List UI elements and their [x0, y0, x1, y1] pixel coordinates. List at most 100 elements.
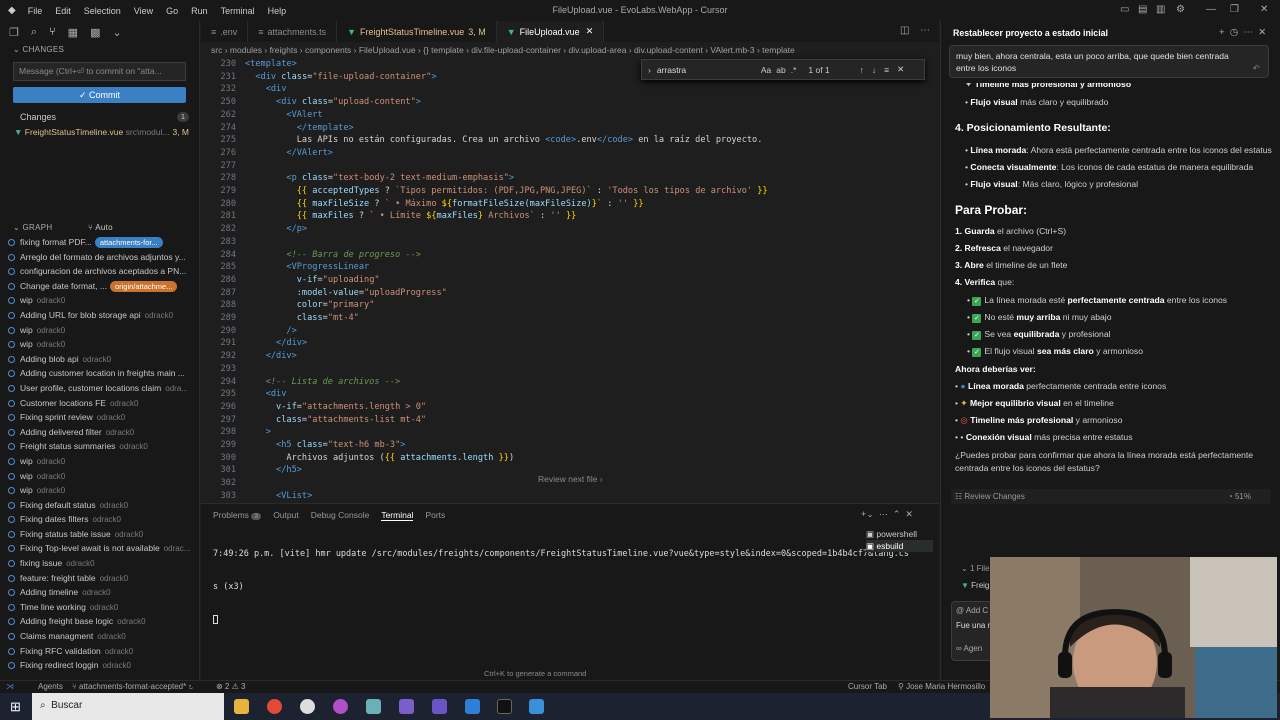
- taskbar-search[interactable]: ⌕ Buscar: [32, 693, 224, 720]
- chevron-right-icon[interactable]: ›: [648, 65, 651, 75]
- commit-row[interactable]: Freight status summaries odrack0: [0, 439, 199, 454]
- close-window-icon[interactable]: ✕: [1260, 4, 1268, 15]
- maximize-icon[interactable]: ❐: [1230, 4, 1239, 15]
- close-panel-icon[interactable]: ✕: [905, 509, 913, 519]
- commit-button[interactable]: ✓ Commit: [13, 87, 186, 103]
- undo-icon[interactable]: ↶: [1253, 62, 1260, 74]
- history-icon[interactable]: ◷: [1230, 27, 1238, 38]
- user-message[interactable]: muy bien, ahora centrala, esta un poco a…: [949, 45, 1269, 78]
- menu-file[interactable]: File: [28, 6, 43, 16]
- graph-auto-toggle[interactable]: ⑂ Auto: [88, 221, 113, 235]
- close-tab-icon[interactable]: ✕: [586, 26, 594, 37]
- chevron-down-icon[interactable]: ⌄: [112, 26, 121, 39]
- menu-view[interactable]: View: [134, 6, 153, 16]
- code-line[interactable]: :model-value="uploadProgress": [245, 288, 447, 298]
- terminal-output[interactable]: 7:49:26 p.m. [vite] hmr update /src/modu…: [201, 527, 939, 646]
- menu-go[interactable]: Go: [166, 6, 178, 16]
- commit-row[interactable]: Customer locations FE odrack0: [0, 396, 199, 411]
- code-line[interactable]: v-if="uploading": [245, 275, 380, 285]
- tab-debug-console[interactable]: Debug Console: [311, 510, 370, 521]
- user-status[interactable]: ⚲ Jose Maria Hermosillo: [898, 682, 985, 691]
- commit-row[interactable]: Fixing dates filters odrack0: [0, 512, 199, 527]
- commit-row[interactable]: configuracion de archivos aceptados a PN…: [0, 264, 199, 279]
- review-changes-bar[interactable]: ☷ Review Changes ◔ 51%: [951, 489, 1271, 504]
- commit-row[interactable]: fixing format PDF... attachments-for...: [0, 235, 199, 250]
- code-line[interactable]: </h5>: [245, 465, 302, 475]
- code-editor[interactable]: 230 <template> 231 <div class="file-upload…: [201, 58, 939, 503]
- editor-tab[interactable]: ≡ .env: [201, 21, 249, 42]
- panel-toggle-icon[interactable]: ▤: [1138, 4, 1147, 15]
- commit-row[interactable]: Fixing RFC validation odrack0: [0, 644, 199, 659]
- close-chat-icon[interactable]: ✕: [1258, 27, 1266, 38]
- code-line[interactable]: <div: [245, 84, 287, 94]
- branch-tag[interactable]: attachments-for...: [94, 237, 163, 248]
- commit-row[interactable]: User profile, customer locations claim od…: [0, 381, 199, 396]
- sidebar-toggle-icon[interactable]: ▥: [1156, 4, 1165, 15]
- commit-row[interactable]: Claims managment odrack0: [0, 629, 199, 644]
- menu-selection[interactable]: Selection: [84, 6, 121, 16]
- code-line[interactable]: <div class="upload-content">: [245, 97, 421, 107]
- commit-row[interactable]: Adding blob api odrack0: [0, 352, 199, 367]
- code-line[interactable]: </p>: [245, 224, 307, 234]
- vscode-icon[interactable]: [465, 699, 480, 714]
- chrome-icon[interactable]: [267, 699, 282, 714]
- commit-row[interactable]: Fixing Top-level await is not available o…: [0, 541, 199, 556]
- app-icon[interactable]: [366, 699, 381, 714]
- menu-terminal[interactable]: Terminal: [221, 6, 255, 16]
- code-line[interactable]: {{ acceptedTypes ? `Tipos permitidos: (P…: [245, 186, 768, 196]
- visual-studio-icon[interactable]: [399, 699, 414, 714]
- split-editor-icon[interactable]: ◫: [900, 25, 909, 36]
- code-line[interactable]: <div class="file-upload-container">: [245, 72, 436, 82]
- cursor-tab-status[interactable]: Cursor Tab: [848, 682, 887, 691]
- app-icon-2[interactable]: [432, 699, 447, 714]
- changes-section-header[interactable]: ⌄ CHANGES: [0, 43, 199, 57]
- source-control-icon[interactable]: ⑂: [49, 26, 56, 38]
- new-chat-icon[interactable]: +: [1219, 27, 1225, 38]
- editor-tab[interactable]: ▼ FreightStatusTimeline.vue 3, M: [337, 21, 497, 42]
- more-actions-icon[interactable]: ⋯: [920, 25, 930, 36]
- code-line[interactable]: <!-- Lista de archivos -->: [245, 377, 401, 387]
- code-line[interactable]: </div>: [245, 351, 297, 361]
- chat-more-icon[interactable]: ⋯: [1243, 27, 1253, 38]
- agents-status[interactable]: Agents: [38, 682, 63, 691]
- changed-file-item[interactable]: ▼ FreightStatusTimeline.vue src\modul...…: [0, 125, 199, 139]
- branch-status[interactable]: ⑂ attachments-format-accepted* ↻: [72, 682, 193, 691]
- commit-row[interactable]: wip odrack0: [0, 454, 199, 469]
- code-line[interactable]: />: [245, 326, 296, 336]
- menu-help[interactable]: Help: [268, 6, 287, 16]
- layout-toggle-icon[interactable]: ▭: [1120, 4, 1129, 15]
- find-input[interactable]: arrastra: [657, 65, 757, 75]
- code-line[interactable]: Las APIs no están configuradas. Crea un …: [245, 135, 763, 145]
- code-line[interactable]: <VAlert: [245, 110, 322, 120]
- app-icon-3[interactable]: [529, 699, 544, 714]
- maximize-panel-icon[interactable]: ⌃: [893, 509, 901, 519]
- cursor-app-icon[interactable]: [497, 699, 512, 714]
- review-next-file-button[interactable]: Review next file ›: [538, 474, 603, 484]
- commit-row[interactable]: fixing issue odrack0: [0, 556, 199, 571]
- problems-status[interactable]: ⊗ 2 ⚠ 3: [216, 682, 245, 691]
- commit-row[interactable]: Fixing redirect loggin odrack0: [0, 658, 199, 673]
- github-icon[interactable]: [300, 699, 315, 714]
- editor-tab[interactable]: ≡ attachments.ts: [248, 21, 338, 42]
- commit-message-input[interactable]: Message (Ctrl+⏎ to commit on "atta...: [13, 62, 186, 81]
- branch-tag[interactable]: origin/attachme...: [109, 280, 178, 292]
- terminal-item-esbuild[interactable]: ▣ esbuild: [866, 540, 934, 552]
- commit-row[interactable]: wip odrack0: [0, 323, 199, 338]
- commit-row[interactable]: wip odrack0: [0, 337, 199, 352]
- code-line[interactable]: <p class="text-body-2 text-medium-emphas…: [245, 173, 514, 183]
- extensions-icon[interactable]: ▦: [68, 26, 78, 39]
- code-line[interactable]: <VList>: [245, 491, 312, 501]
- commit-row[interactable]: Fixing default status odrack0: [0, 498, 199, 513]
- sync-icon[interactable]: ↻: [188, 682, 193, 691]
- commit-row[interactable]: Adding customer location in freights mai…: [0, 366, 199, 381]
- code-line[interactable]: <div: [245, 389, 287, 399]
- files-changed-label[interactable]: ⌄ 1 File: [961, 564, 990, 573]
- commit-row[interactable]: Fixing status table issue odrack0: [0, 527, 199, 542]
- code-line[interactable]: v-if="attachments.length > 0": [245, 402, 426, 412]
- commit-row[interactable]: wip odrack0: [0, 293, 199, 308]
- arrow-up-icon[interactable]: ↑: [860, 65, 864, 75]
- code-line[interactable]: Archivos adjuntos ({{ attachments.length…: [245, 453, 514, 463]
- minimize-icon[interactable]: —: [1206, 4, 1216, 15]
- code-line[interactable]: color="primary": [245, 300, 375, 310]
- tab-terminal[interactable]: Terminal: [381, 510, 414, 521]
